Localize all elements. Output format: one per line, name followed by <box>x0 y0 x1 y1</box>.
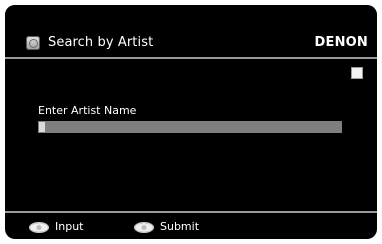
footer-item-submit[interactable]: Submit <box>135 221 199 233</box>
header: Search by Artist DENON <box>5 5 377 57</box>
status-checkbox[interactable] <box>351 67 363 79</box>
artist-name-label: Enter Artist Name <box>38 104 137 117</box>
text-cursor <box>39 122 45 132</box>
footer-item-input[interactable]: Input <box>30 221 83 233</box>
brand-logo: DENON <box>314 35 368 50</box>
artist-name-input[interactable] <box>38 121 342 133</box>
page-title: Search by Artist <box>48 35 154 50</box>
remote-button-icon <box>30 222 48 232</box>
header-divider <box>5 57 377 59</box>
footer-item-label: Submit <box>160 220 200 233</box>
footer-item-label: Input <box>55 220 84 233</box>
screen: Search by Artist DENON Enter Artist Name… <box>5 5 377 239</box>
footer: Input Submit <box>5 213 377 239</box>
search-artist-icon <box>26 36 40 50</box>
remote-button-icon <box>135 222 153 232</box>
